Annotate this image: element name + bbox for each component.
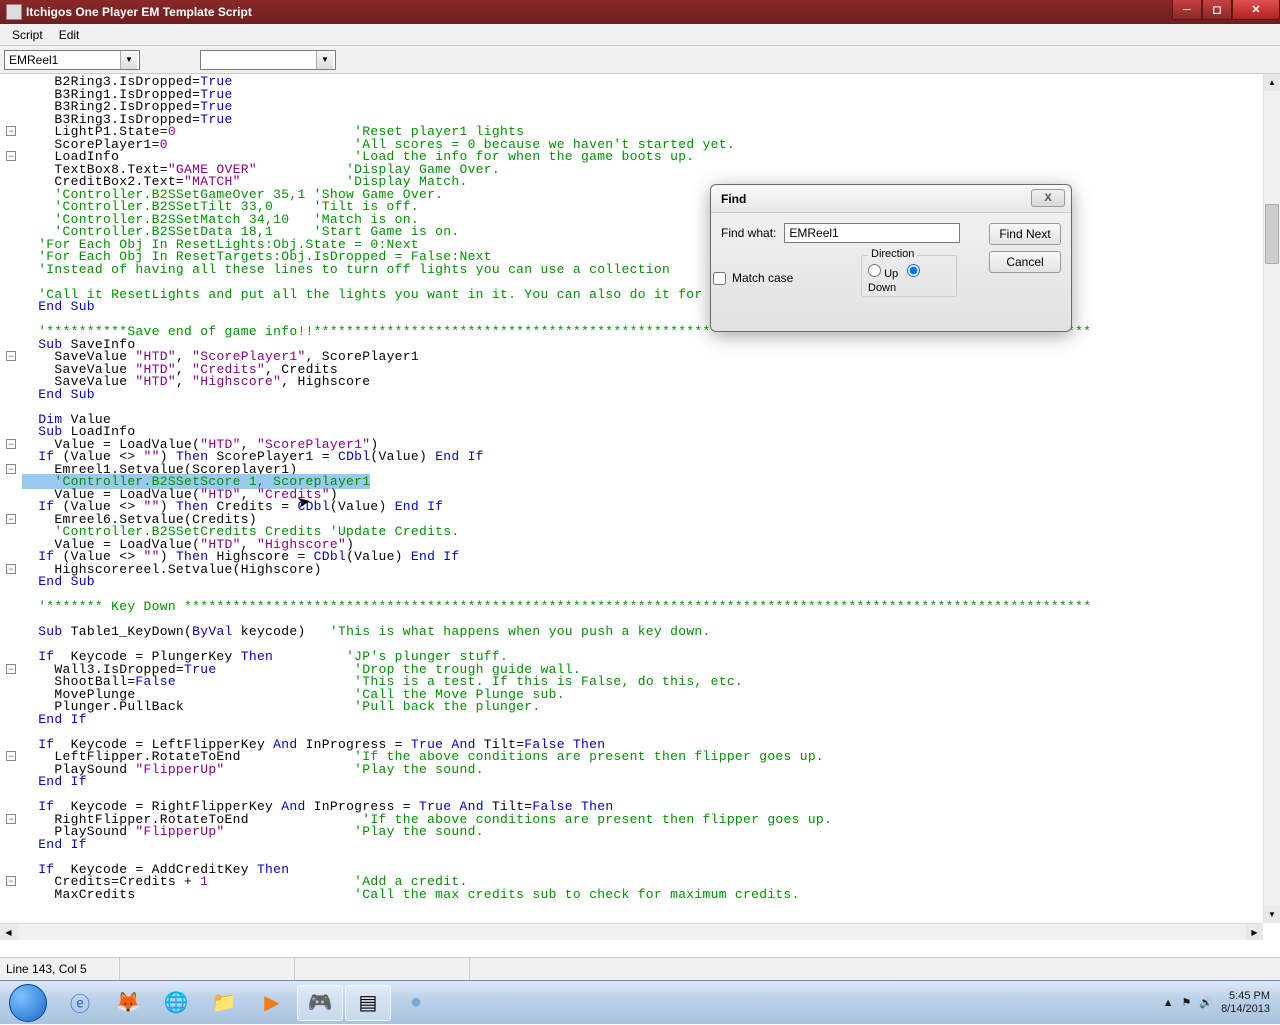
menu-script[interactable]: Script [4,26,51,44]
fold-icon[interactable]: − [6,814,16,824]
find-cancel-button[interactable]: Cancel [989,251,1061,273]
fold-icon[interactable]: − [6,439,16,449]
tray-volume-icon[interactable]: 🔊 [1199,996,1213,1009]
start-button[interactable] [0,981,56,1025]
taskbar[interactable]: ⓔ 🦊 🌐 📁 ▶ 🎮 ▤ ● ▲ ⚑ 🔊 5:45 PM 8/14/2013 [0,980,1280,1024]
taskbar-media-icon[interactable]: ▶ [249,985,295,1021]
fold-icon[interactable]: − [6,876,16,886]
title-bar[interactable]: Itchigos One Player EM Template Script ─… [0,0,1280,24]
fold-icon[interactable]: − [6,664,16,674]
direction-up-radio[interactable] [868,264,881,277]
taskbar-app-icon[interactable]: ▤ [345,985,391,1021]
direction-down-radio[interactable] [907,264,920,277]
taskbar-chrome-icon[interactable]: 🌐 [153,985,199,1021]
scroll-up-button[interactable]: ▲ [1264,74,1280,91]
close-button[interactable]: ✕ [1232,0,1280,20]
taskbar-ie-icon[interactable]: ⓔ [57,985,103,1021]
tray-clock[interactable]: 5:45 PM 8/14/2013 [1221,990,1274,1016]
system-tray[interactable]: ▲ ⚑ 🔊 5:45 PM 8/14/2013 [1163,981,1274,1024]
minimize-button[interactable]: ─ [1172,0,1202,20]
vertical-scrollbar[interactable]: ▲ ▼ [1263,74,1280,923]
cursor-position: Line 143, Col 5 [0,958,120,980]
taskbar-game-icon[interactable]: 🎮 [297,985,343,1021]
taskbar-firefox-icon[interactable]: 🦊 [105,985,151,1021]
fold-icon[interactable]: − [6,751,16,761]
app-icon [6,4,22,20]
horizontal-scrollbar[interactable]: ◀ ▶ [0,923,1263,940]
find-dialog[interactable]: Find X Find what: Find Next Cancel Direc… [710,184,1072,332]
status-bar: Line 143, Col 5 [0,957,1280,980]
match-case-label: Match case [732,271,793,285]
fold-icon[interactable]: − [6,126,16,136]
tray-up-icon[interactable]: ▲ [1163,997,1174,1009]
scroll-down-button[interactable]: ▼ [1264,906,1280,923]
find-what-label: Find what: [721,226,776,240]
direction-group: Direction Up Down [861,255,957,297]
code-text[interactable]: B2Ring3.IsDropped=True B3Ring1.IsDropped… [0,74,1280,901]
fold-icon[interactable]: − [6,351,16,361]
toolbar: EMReel1 [0,46,1280,74]
taskbar-globe-icon[interactable]: ● [393,985,439,1021]
windows-orb-icon [9,984,47,1022]
code-editor[interactable]: − − − − − − − − − − − B2Ring3.IsDropped=… [0,74,1280,940]
fold-icon[interactable]: − [6,514,16,524]
tray-flag-icon[interactable]: ⚑ [1181,996,1191,1009]
scroll-thumb[interactable] [1265,204,1279,264]
proc-combo[interactable] [200,50,336,70]
fold-icon[interactable]: − [6,151,16,161]
window-title: Itchigos One Player EM Template Script [26,5,252,19]
scroll-left-button[interactable]: ◀ [0,924,17,940]
fold-icon[interactable]: − [6,464,16,474]
find-close-button[interactable]: X [1031,189,1065,207]
match-case-checkbox[interactable] [713,272,726,285]
object-combo[interactable]: EMReel1 [4,50,140,70]
menu-bar: Script Edit [0,24,1280,46]
find-title-bar[interactable]: Find X [711,185,1071,213]
find-next-button[interactable]: Find Next [989,223,1061,245]
find-what-input[interactable] [784,223,960,243]
scroll-right-button[interactable]: ▶ [1246,924,1263,940]
menu-edit[interactable]: Edit [51,26,88,44]
taskbar-explorer-icon[interactable]: 📁 [201,985,247,1021]
fold-icon[interactable]: − [6,564,16,574]
maximize-button[interactable]: ◻ [1202,0,1232,20]
